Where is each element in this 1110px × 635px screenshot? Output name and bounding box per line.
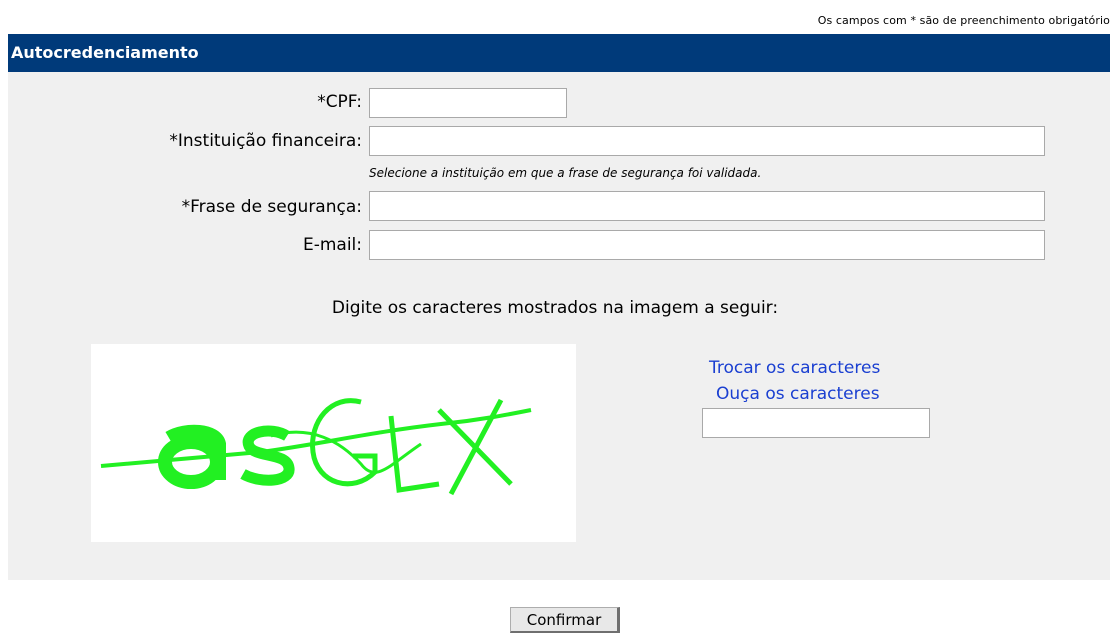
cpf-input[interactable] (369, 88, 567, 118)
frase-label: *Frase de segurança: (181, 197, 362, 217)
audio-captcha-link[interactable]: Ouça os caracteres (716, 384, 880, 404)
panel-title: Autocredenciamento (8, 34, 1110, 72)
instituicao-input[interactable] (369, 126, 1045, 156)
cpf-label: *CPF: (317, 92, 362, 112)
frase-seguranca-input[interactable] (369, 191, 1045, 221)
required-fields-note: Os campos com * são de preenchimento obr… (817, 14, 1110, 27)
captcha-instruction: Digite os caracteres mostrados na imagem… (331, 298, 779, 318)
captcha-input[interactable] (702, 408, 930, 438)
email-label: E-mail: (302, 235, 362, 255)
email-input[interactable] (369, 230, 1045, 260)
captcha-image (91, 344, 576, 542)
instituicao-label: *Instituição financeira: (169, 131, 362, 151)
confirm-button[interactable]: Confirmar (510, 607, 620, 633)
refresh-captcha-link[interactable]: Trocar os caracteres (709, 358, 880, 378)
instituicao-hint: Selecione a instituição em que a frase d… (369, 166, 762, 180)
